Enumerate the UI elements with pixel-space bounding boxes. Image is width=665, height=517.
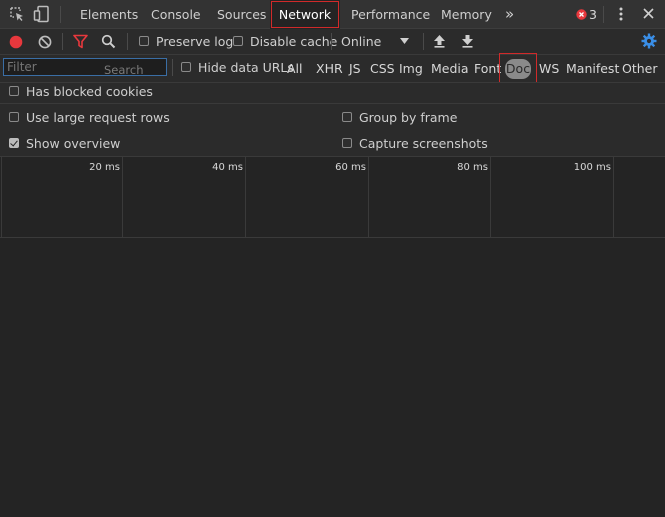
search-icon[interactable] — [101, 34, 116, 49]
more-tabs-button[interactable]: » — [505, 0, 514, 29]
tab-performance[interactable]: Performance — [351, 0, 430, 29]
preserve-log-label[interactable]: Preserve log — [156, 34, 233, 49]
record-button[interactable] — [9, 35, 23, 49]
show-overview-checkbox[interactable] — [9, 138, 19, 148]
grid-line — [245, 157, 246, 237]
tabs-separator — [60, 6, 61, 23]
filter-search-hint: Search — [104, 63, 144, 77]
filter-type-js[interactable]: JS — [349, 61, 361, 76]
toolbar-separator-2 — [127, 33, 128, 50]
error-count[interactable]: 3 — [589, 7, 597, 22]
tab-network[interactable]: Network — [270, 0, 340, 29]
device-toolbar-icon[interactable] — [33, 5, 51, 23]
toolbar-separator — [62, 33, 63, 50]
kebab-menu-icon[interactable] — [619, 7, 623, 21]
disable-cache-checkbox[interactable] — [233, 36, 243, 46]
filter-type-img[interactable]: Img — [399, 61, 423, 76]
tab-memory[interactable]: Memory — [441, 0, 492, 29]
grid-line — [613, 157, 614, 237]
options-divider — [0, 103, 665, 104]
has-blocked-cookies-label[interactable]: Has blocked cookies — [26, 84, 153, 99]
tick-label: 100 ms — [573, 162, 611, 173]
import-har-icon[interactable] — [433, 34, 446, 48]
group-by-frame-checkbox[interactable] — [342, 112, 352, 122]
tick-label: 80 ms — [457, 162, 488, 173]
grid-line — [368, 157, 369, 237]
close-icon[interactable] — [643, 8, 654, 19]
grid-line — [1, 157, 2, 237]
tabs-separator-right — [603, 6, 604, 23]
tab-sources[interactable]: Sources — [217, 0, 266, 29]
throttling-select[interactable]: Online — [341, 34, 381, 49]
tick-label: 20 ms — [89, 162, 120, 173]
tab-console[interactable]: Console — [151, 0, 201, 29]
grid-line — [490, 157, 491, 237]
capture-screenshots-label[interactable]: Capture screenshots — [359, 136, 488, 151]
hide-data-urls-label[interactable]: Hide data URLs — [198, 60, 294, 75]
filter-type-xhr[interactable]: XHR — [316, 61, 343, 76]
toolbar-separator-4 — [423, 33, 424, 50]
filter-type-font[interactable]: Font — [474, 61, 501, 76]
clear-icon[interactable] — [38, 35, 52, 49]
inspect-element-icon[interactable] — [9, 6, 25, 22]
export-har-icon[interactable] — [461, 34, 474, 48]
hide-data-urls-checkbox[interactable] — [181, 62, 191, 72]
filter-type-ws[interactable]: WS — [539, 61, 559, 76]
group-by-frame-label[interactable]: Group by frame — [359, 110, 457, 125]
settings-gear-icon[interactable] — [641, 33, 657, 49]
filter-type-doc[interactable]: Doc — [505, 59, 531, 79]
filter-type-manifest[interactable]: Manifest — [566, 61, 619, 76]
filter-type-other[interactable]: Other — [622, 61, 658, 76]
filter-type-all[interactable]: All — [287, 61, 303, 76]
large-rows-checkbox[interactable] — [9, 112, 19, 122]
filter-icon[interactable] — [73, 34, 88, 49]
capture-screenshots-checkbox[interactable] — [342, 138, 352, 148]
chevron-down-icon[interactable] — [400, 38, 409, 44]
has-blocked-cookies-checkbox[interactable] — [9, 86, 19, 96]
grid-line — [122, 157, 123, 237]
toolbar-separator-3 — [331, 33, 332, 50]
filter-separator — [172, 59, 173, 76]
preserve-log-checkbox[interactable] — [139, 36, 149, 46]
filter-type-media[interactable]: Media — [431, 61, 469, 76]
tick-label: 60 ms — [335, 162, 366, 173]
show-overview-label[interactable]: Show overview — [26, 136, 120, 151]
tab-elements[interactable]: Elements — [80, 0, 138, 29]
error-icon[interactable] — [576, 9, 587, 20]
large-rows-label[interactable]: Use large request rows — [26, 110, 170, 125]
request-list[interactable] — [0, 239, 665, 517]
filter-type-css[interactable]: CSS — [370, 61, 395, 76]
tick-label: 40 ms — [212, 162, 243, 173]
disable-cache-label[interactable]: Disable cache — [250, 34, 337, 49]
